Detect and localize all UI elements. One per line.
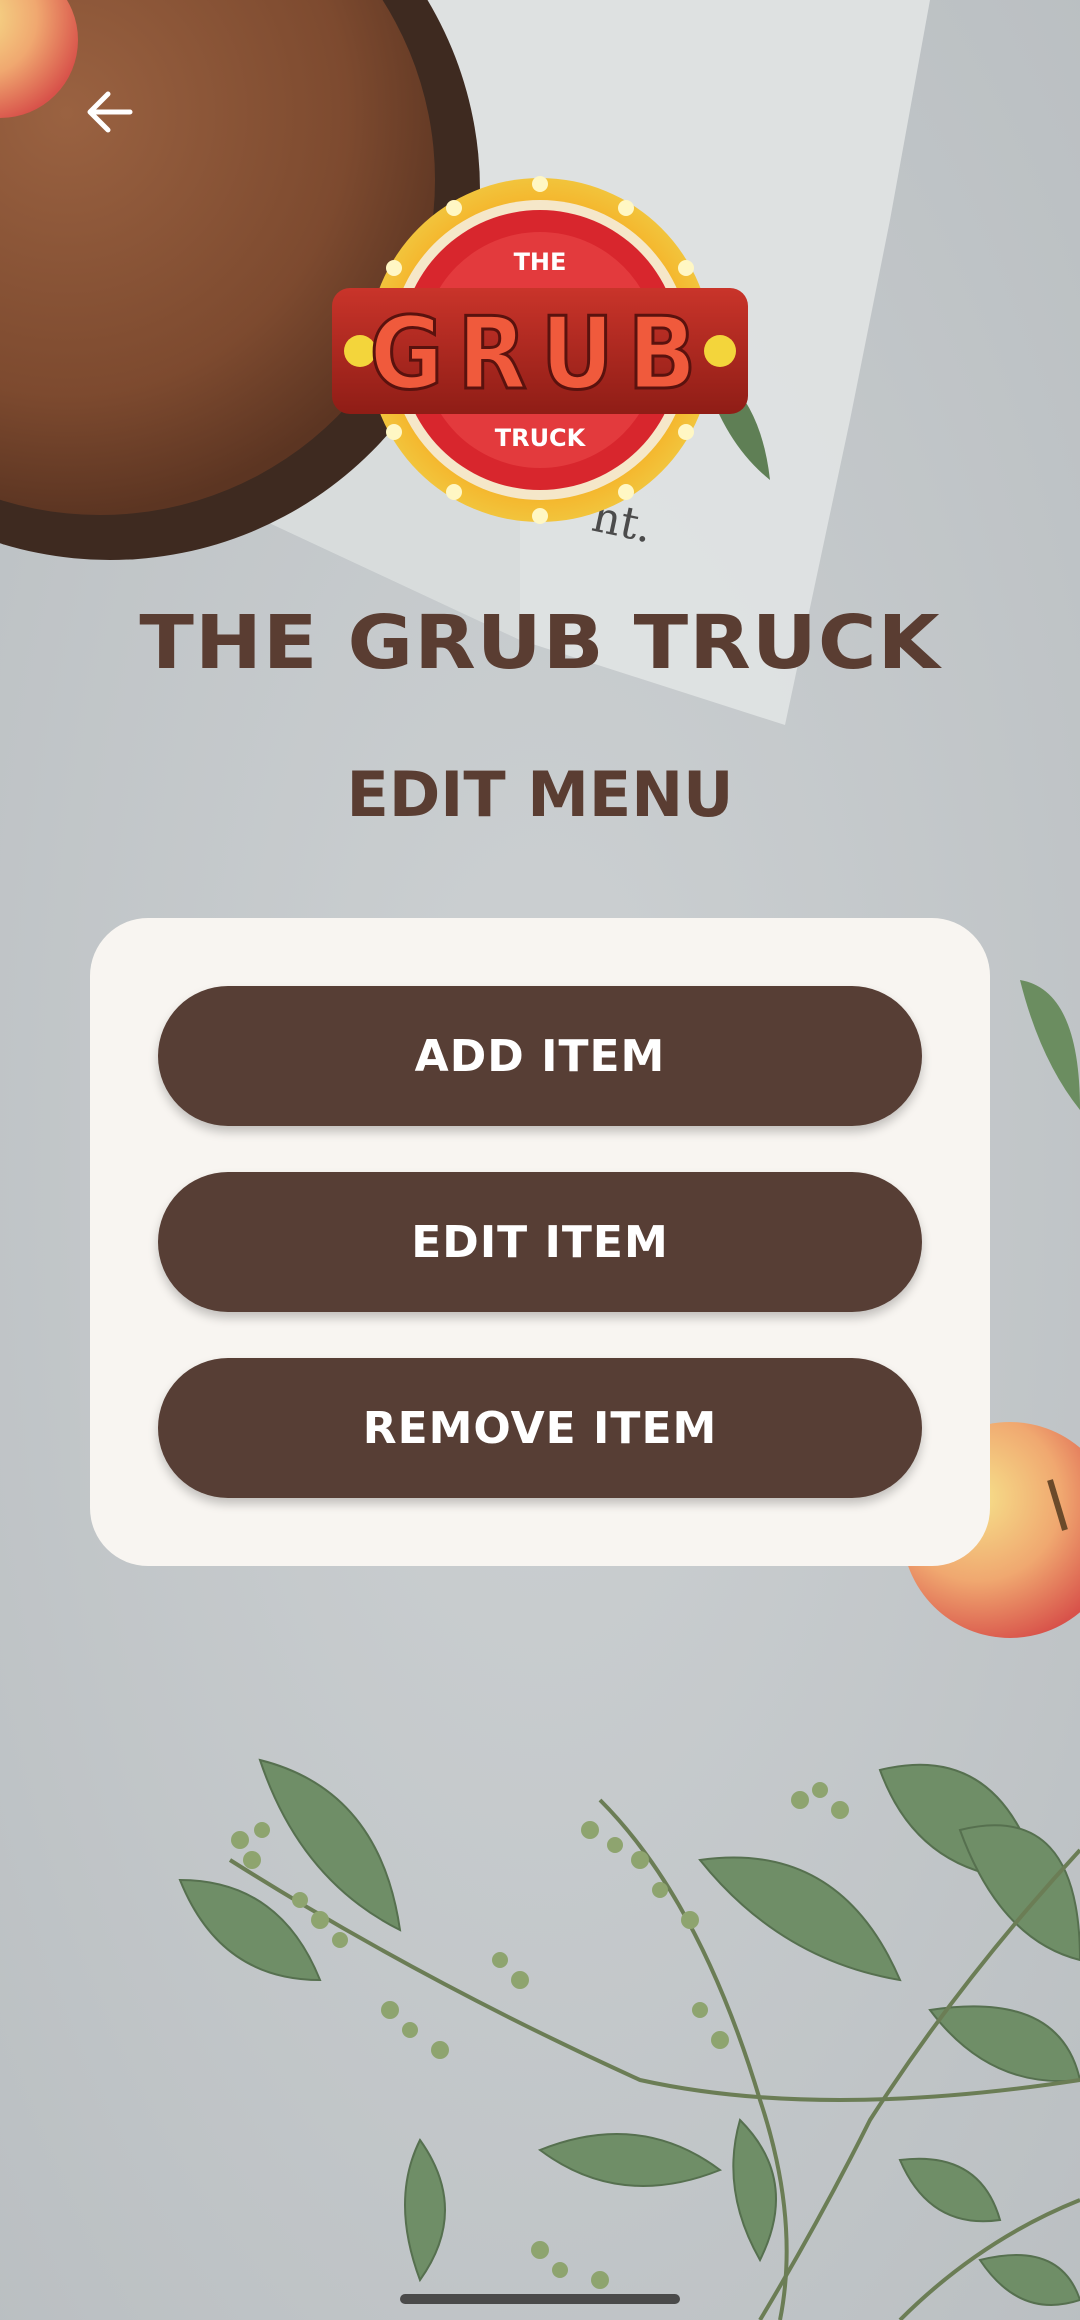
logo-bottom-text: TRUCK (495, 424, 587, 452)
page-title: EDIT MENU (346, 758, 734, 831)
back-button[interactable] (78, 80, 142, 144)
home-indicator[interactable] (400, 2294, 680, 2304)
logo-main-text: GRUB (370, 295, 711, 412)
arrow-left-icon (87, 91, 133, 133)
remove-item-button[interactable]: REMOVE ITEM (158, 1358, 922, 1498)
grub-truck-logo: THE GRUB TRUCK (332, 176, 748, 524)
logo-top-text: THE (514, 248, 567, 276)
add-item-button[interactable]: ADD ITEM (158, 986, 922, 1126)
edit-menu-card: ADD ITEM EDIT ITEM REMOVE ITEM (90, 918, 990, 1566)
app-title: THE GRUB TRUCK (139, 600, 941, 686)
edit-item-button[interactable]: EDIT ITEM (158, 1172, 922, 1312)
